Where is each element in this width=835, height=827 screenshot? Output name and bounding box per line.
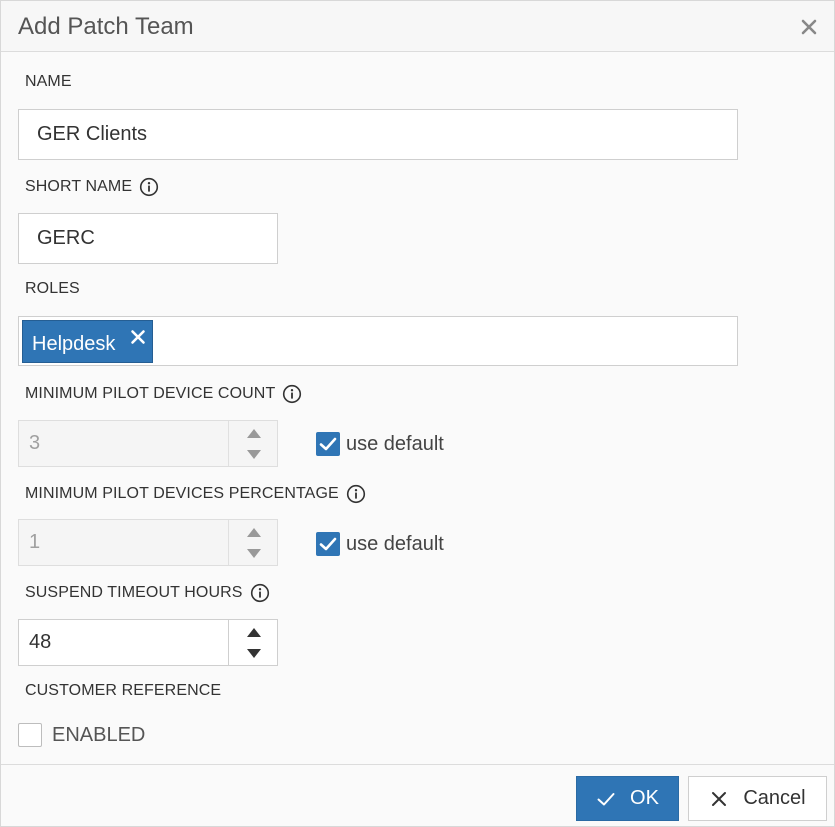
close-icon — [131, 330, 145, 344]
suspend-timeout-hours-value[interactable]: 48 — [29, 620, 229, 665]
min-pilot-device-count-label-text: MINIMUM PILOT DEVICE COUNT — [25, 385, 276, 402]
dialog-titlebar: Add Patch Team — [1, 1, 834, 52]
arrow-down-icon — [247, 549, 261, 558]
stepper-buttons — [228, 620, 277, 665]
min-pilot-devices-percentage-use-default[interactable]: use default — [316, 531, 444, 557]
suspend-timeout-hours-label: SUSPEND TIMEOUT HOURS — [25, 583, 270, 603]
customer-reference-enabled[interactable]: ENABLED — [18, 722, 145, 748]
arrow-down-icon — [247, 450, 261, 459]
roles-input[interactable]: Helpdesk — [18, 316, 738, 366]
min-pilot-device-count-stepper: 3 — [18, 420, 278, 467]
cancel-button-label: Cancel — [743, 787, 806, 809]
use-default-label: use default — [346, 432, 444, 455]
increment-button — [229, 421, 278, 443]
decrement-button[interactable] — [229, 643, 278, 665]
close-icon — [801, 19, 817, 35]
suspend-timeout-hours-label-text: SUSPEND TIMEOUT HOURS — [25, 584, 243, 601]
min-pilot-devices-percentage-label: MINIMUM PILOT DEVICES PERCENTAGE — [25, 484, 366, 504]
decrement-button — [229, 543, 278, 565]
short-name-label: SHORT NAME — [25, 177, 159, 197]
name-input[interactable] — [18, 109, 738, 160]
arrow-up-icon — [247, 528, 261, 537]
min-pilot-devices-percentage-value: 1 — [29, 531, 41, 553]
info-icon[interactable] — [250, 583, 270, 603]
checkbox-checked[interactable] — [316, 432, 340, 456]
min-pilot-device-count-label: MINIMUM PILOT DEVICE COUNT — [25, 384, 302, 404]
ok-button-label: OK — [630, 787, 659, 809]
arrow-down-icon — [247, 649, 261, 658]
enabled-label: ENABLED — [52, 723, 146, 746]
decrement-button — [229, 444, 278, 466]
stepper-buttons — [228, 520, 277, 565]
roles-label-text: ROLES — [25, 280, 80, 297]
dialog-footer: OK Cancel — [1, 764, 834, 826]
increment-button[interactable] — [229, 620, 278, 642]
role-tag-label: Helpdesk — [32, 333, 116, 355]
enabled-checkbox[interactable] — [18, 723, 42, 747]
customer-reference-label-text: CUSTOMER REFERENCE — [25, 682, 222, 699]
info-icon[interactable] — [139, 177, 159, 197]
arrow-up-icon — [247, 429, 261, 438]
name-label: NAME — [25, 73, 72, 91]
short-name-label-text: SHORT NAME — [25, 178, 133, 195]
min-pilot-device-count-value: 3 — [29, 432, 41, 454]
checkmark-icon — [319, 537, 337, 551]
min-pilot-device-count-use-default[interactable]: use default — [316, 431, 444, 457]
short-name-input[interactable] — [18, 213, 278, 264]
info-icon[interactable] — [282, 384, 302, 404]
checkmark-icon — [597, 792, 615, 805]
add-patch-team-dialog: Add Patch Team NAME SHORT NAME ROLES Hel… — [0, 0, 835, 827]
min-pilot-devices-percentage-label-text: MINIMUM PILOT DEVICES PERCENTAGE — [25, 485, 339, 502]
checkmark-icon — [319, 437, 337, 451]
remove-role-button[interactable] — [130, 328, 146, 344]
increment-button — [229, 520, 278, 542]
suspend-timeout-hours-stepper[interactable]: 48 — [18, 619, 278, 666]
checkbox-checked[interactable] — [316, 532, 340, 556]
close-dialog-button[interactable] — [797, 15, 821, 39]
close-icon — [712, 791, 727, 806]
info-icon[interactable] — [346, 484, 366, 504]
customer-reference-label: CUSTOMER REFERENCE — [25, 682, 221, 700]
name-label-text: NAME — [25, 73, 72, 90]
use-default-label: use default — [346, 532, 444, 555]
dialog-title: Add Patch Team — [18, 13, 194, 40]
cancel-button[interactable]: Cancel — [688, 776, 827, 821]
ok-button[interactable]: OK — [576, 776, 679, 821]
stepper-buttons — [228, 421, 277, 466]
arrow-up-icon — [247, 628, 261, 637]
roles-label: ROLES — [25, 280, 80, 298]
role-tag: Helpdesk — [22, 320, 153, 363]
min-pilot-devices-percentage-stepper: 1 — [18, 519, 278, 566]
